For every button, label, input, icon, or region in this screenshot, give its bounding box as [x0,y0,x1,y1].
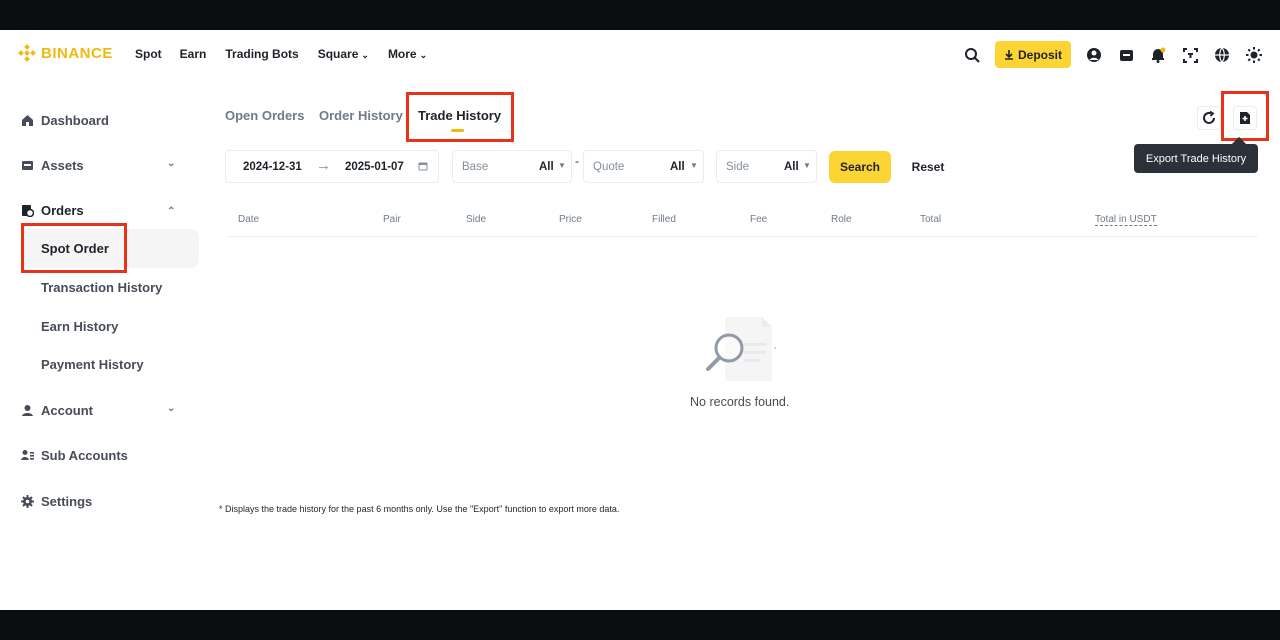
base-value: All [539,161,554,173]
sidebar-item-assets[interactable]: Assets ⌄ [20,155,175,175]
table-divider [226,236,1258,237]
side-label: Side [726,161,750,173]
tab-order-history[interactable]: Order History [319,108,403,123]
base-select[interactable]: Base All ▼ [452,150,572,183]
column-header-date: Date [238,214,260,225]
nav-more-label: More [387,47,417,61]
side-value: All [784,161,799,173]
nav-spot[interactable]: Spot [135,47,162,61]
end-date[interactable]: 2025-01-07 [345,161,404,173]
arrow-right-icon: → [316,157,331,174]
no-records-illustration [700,315,780,385]
caret-down-icon: ▼ [690,161,698,170]
sidebar-item-label: Assets [41,157,84,173]
binance-logo-icon [18,44,36,62]
download-icon [1004,49,1013,60]
refresh-button[interactable] [1197,106,1221,130]
column-header-pair: Pair [383,214,401,225]
nav-square[interactable]: Square ⌄ [318,47,369,61]
column-header-total: Total [920,214,942,225]
logo-text: BINANCE [41,44,113,62]
sub-accounts-icon [20,448,34,462]
page: BINANCE Spot Earn Trading Bots Square ⌄ M… [0,30,1280,610]
download-app-icon[interactable] [1181,46,1199,64]
separator-dash: - [575,154,579,168]
sidebar-item-orders[interactable]: Orders ⌃ [20,200,175,220]
caret-down-icon: ▼ [803,161,811,170]
top-header: BINANCE Spot Earn Trading Bots Square ⌄ M… [0,30,1280,80]
profile-icon[interactable] [1085,46,1103,64]
export-tooltip: Export Trade History [1134,144,1258,173]
reset-button[interactable]: Reset [905,151,951,183]
column-header-total-usdt[interactable]: Total in USDT [1095,214,1157,226]
quote-value: All [670,161,685,173]
date-range-picker[interactable]: 2024-12-31 → 2025-01-07 [225,150,439,183]
bell-icon[interactable] [1149,46,1167,64]
deposit-label: Deposit [1017,47,1062,62]
sidebar-item-account[interactable]: Account ⌄ [20,400,175,420]
side-select[interactable]: Side All ▼ [716,150,817,183]
chevron-down-icon: ⌄ [167,158,176,169]
user-icon [20,403,34,417]
gear-icon [20,494,34,508]
chevron-down-icon: ⌄ [167,403,176,414]
nav-more[interactable]: More ⌄ [388,47,427,61]
search-button[interactable]: Search [829,151,891,183]
no-records-text: No records found. [690,395,790,409]
export-file-icon [1240,112,1250,124]
start-date[interactable]: 2024-12-31 [243,161,302,173]
letterbox-top [0,0,1280,30]
column-header-price: Price [559,214,582,225]
home-icon [20,113,34,127]
column-header-side: Side [466,214,487,225]
column-header-fee: Fee [750,214,768,225]
sidebar: Dashboard Assets ⌄ Orders ⌃ Spot Order T… [0,80,200,610]
letterbox-bottom [0,610,1280,640]
tab-trade-history[interactable]: Trade History [418,108,501,123]
column-header-role: Role [831,214,852,225]
theme-icon[interactable] [1245,46,1263,64]
nav-square-label: Square [317,47,359,61]
sidebar-item-sub-accounts[interactable]: Sub Accounts [20,445,128,465]
wallet-icon [20,158,34,172]
sidebar-item-label: Account [41,402,93,418]
globe-icon[interactable] [1213,46,1231,64]
search-icon[interactable] [963,46,981,64]
orders-icon [20,203,34,217]
history-footnote: * Displays the trade history for the pas… [219,504,620,514]
calendar-icon [418,161,428,174]
binance-logo[interactable]: BINANCE [18,44,113,62]
sidebar-item-settings[interactable]: Settings [20,491,92,511]
nav-earn[interactable]: Earn [180,47,207,61]
sidebar-item-dashboard[interactable]: Dashboard [20,110,109,130]
top-nav: Spot Earn Trading Bots Square ⌄ More ⌄ [135,47,427,61]
export-button[interactable] [1233,106,1257,130]
highlight-spot-order [21,223,127,273]
caret-down-icon: ▼ [558,161,566,170]
refresh-icon [1203,111,1215,124]
quote-placeholder: Quote [593,161,625,173]
sidebar-item-earn-history[interactable]: Earn History [41,319,118,334]
quote-select[interactable]: Quote All ▼ [583,150,704,183]
chevron-down-icon: ⌄ [361,50,369,60]
tab-open-orders[interactable]: Open Orders [225,108,304,123]
column-header-filled: Filled [652,214,676,225]
sidebar-item-payment-history[interactable]: Payment History [41,357,144,372]
wallet-icon[interactable] [1117,46,1135,64]
chevron-up-icon: ⌃ [167,206,176,217]
chevron-down-icon: ⌄ [419,50,428,60]
nav-trading-bots[interactable]: Trading Bots [225,47,298,61]
sidebar-item-label: Dashboard [41,112,109,128]
base-label: Base [462,161,489,173]
active-tab-indicator [451,129,464,132]
sidebar-item-transaction-history[interactable]: Transaction History [41,280,162,295]
sidebar-item-label: Sub Accounts [41,447,128,463]
sidebar-item-label: Orders [41,202,84,218]
deposit-button[interactable]: Deposit [995,41,1071,68]
sidebar-item-label: Settings [41,493,93,509]
